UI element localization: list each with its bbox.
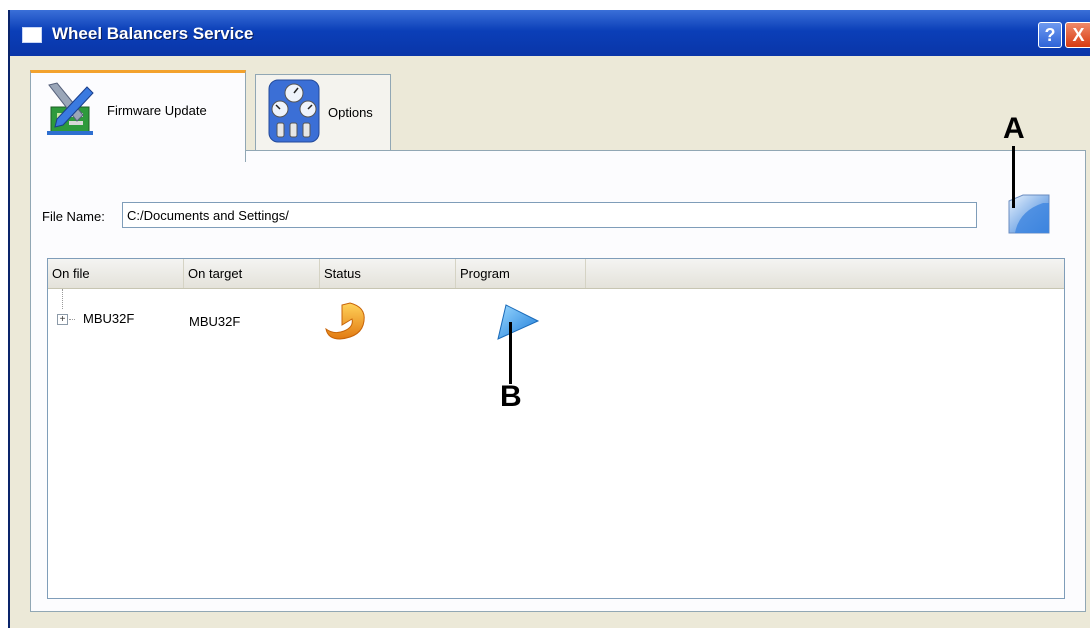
tab-options[interactable]: Options	[255, 74, 391, 151]
window-title: Wheel Balancers Service	[52, 24, 254, 43]
gauges-options-icon	[268, 79, 320, 143]
tree-connector	[62, 289, 63, 309]
firmware-update-panel: File Name: On file On target Status Prog…	[30, 150, 1086, 612]
app-window: Wheel Balancers Service ? X Firmware Upd…	[8, 10, 1090, 628]
table-row[interactable]: + MBU32F MBU32F	[48, 289, 1064, 349]
folder-browse-icon[interactable]	[1003, 189, 1055, 241]
tab-firmware-label: Firmware Update	[107, 103, 207, 118]
file-name-label: File Name:	[42, 209, 105, 224]
callout-a-label: A	[1003, 112, 1025, 145]
window-icon	[22, 27, 42, 43]
column-header-status[interactable]: Status	[320, 259, 456, 288]
column-header-program[interactable]: Program	[456, 259, 586, 288]
expand-toggle[interactable]: +	[57, 314, 68, 325]
orange-update-arrow-icon	[325, 302, 365, 340]
callout-b-line	[509, 322, 512, 384]
callout-a-line	[1012, 146, 1015, 208]
cell-on-file: MBU32F	[83, 311, 135, 326]
title-bar[interactable]: Wheel Balancers Service ? X	[10, 10, 1090, 56]
list-header: On file On target Status Program	[48, 259, 1064, 289]
tab-options-label: Options	[328, 105, 373, 120]
firmware-update-icon	[47, 82, 94, 135]
firmware-list: On file On target Status Program + MBU32…	[47, 258, 1065, 599]
help-button[interactable]: ?	[1038, 22, 1062, 48]
cell-on-target: MBU32F	[189, 314, 241, 329]
tab-firmware-update[interactable]: Firmware Update	[30, 70, 246, 162]
close-button[interactable]: X	[1065, 22, 1090, 48]
callout-b-label: B	[500, 380, 522, 413]
column-header-on-file[interactable]: On file	[48, 259, 184, 288]
tree-connector	[69, 319, 75, 320]
blue-play-icon[interactable]	[492, 299, 542, 343]
column-header-on-target[interactable]: On target	[184, 259, 320, 288]
file-name-input[interactable]	[122, 202, 977, 228]
